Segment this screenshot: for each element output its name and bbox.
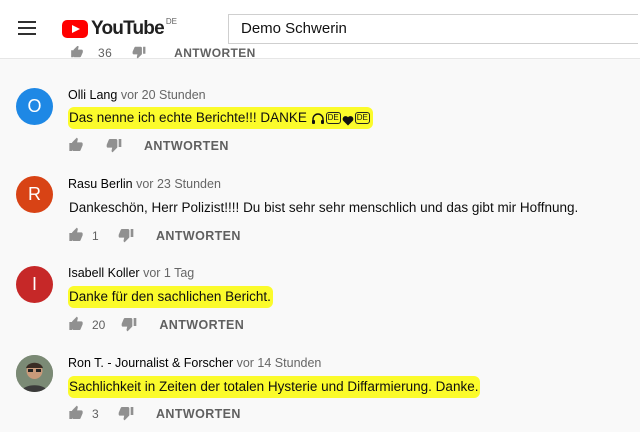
like-count: 3	[92, 407, 99, 421]
author-name[interactable]: Olli Lang	[68, 88, 117, 102]
comment-text: Sachlichkeit in Zeiten der totalen Hyste…	[68, 376, 481, 398]
author-name[interactable]: Ron T. - Journalist & Forscher	[68, 356, 233, 370]
comment-header: Olli Lang vor 20 Stunden	[68, 88, 206, 102]
avatar[interactable]: O	[16, 88, 53, 125]
comment-time[interactable]: vor 14 Stunden	[237, 356, 322, 370]
comment-header: Ron T. - Journalist & Forscher vor 14 St…	[68, 356, 321, 370]
avatar[interactable]: R	[16, 176, 53, 213]
avatar-photo	[16, 355, 53, 392]
flag-de: DE	[325, 112, 341, 125]
thumbs-up-icon[interactable]	[68, 316, 86, 334]
thumbs-up-icon[interactable]	[68, 405, 86, 423]
author-name[interactable]: Rasu Berlin	[68, 177, 133, 191]
reply-button[interactable]: ANTWORTEN	[159, 318, 244, 332]
top-bar: 36 ANTWORTEN YouTube DE Demo Schwerin	[0, 0, 640, 60]
reply-button[interactable]: ANTWORTEN	[156, 407, 241, 421]
avatar[interactable]: I	[16, 266, 53, 303]
comment-item: R Rasu Berlin vor 23 Stunden Dankeschön,…	[0, 170, 640, 258]
comment-time[interactable]: vor 20 Stunden	[121, 88, 206, 102]
comment-header: Rasu Berlin vor 23 Stunden	[68, 177, 221, 191]
reply-button[interactable]: ANTWORTEN	[144, 139, 229, 153]
comment-actions: 20 ANTWORTEN	[68, 316, 244, 334]
thumbs-up-icon[interactable]	[70, 46, 84, 60]
comment-actions: ANTWORTEN	[68, 137, 229, 155]
comment-item: Ron T. - Journalist & Forscher vor 14 St…	[0, 349, 640, 432]
comment-text: Dankeschön, Herr Polizist!!!! Du bist se…	[69, 200, 579, 215]
comment-text: Das nenne ich echte Berichte!!! DANKE DE…	[68, 107, 373, 129]
thumbs-up-icon[interactable]	[68, 227, 86, 245]
comment-text: Danke für den sachlichen Bericht.	[68, 286, 273, 308]
comment-actions: 3 ANTWORTEN	[68, 405, 241, 423]
comment-item: O Olli Lang vor 20 Stunden Das nenne ich…	[0, 80, 640, 168]
comment-header: Isabell Koller vor 1 Tag	[68, 266, 194, 280]
youtube-logo[interactable]: YouTube DE	[62, 17, 177, 41]
previous-comment-actions: 36 ANTWORTEN	[70, 46, 256, 60]
thumbs-down-icon[interactable]	[132, 46, 146, 60]
headphones-icon	[311, 112, 325, 125]
reply-button[interactable]: ANTWORTEN	[156, 229, 241, 243]
thumbs-down-icon[interactable]	[106, 137, 124, 155]
logo-text: YouTube	[91, 18, 165, 39]
comment-item: I Isabell Koller vor 1 Tag Danke für den…	[0, 259, 640, 347]
avatar[interactable]	[16, 355, 53, 392]
thumbs-up-icon[interactable]	[68, 137, 86, 155]
comment-time[interactable]: vor 1 Tag	[143, 266, 194, 280]
thumbs-down-icon[interactable]	[118, 227, 136, 245]
youtube-play-icon	[62, 20, 88, 38]
previous-like-count: 36	[98, 46, 113, 60]
comment-actions: 1 ANTWORTEN	[68, 227, 241, 245]
search-input[interactable]: Demo Schwerin	[228, 14, 638, 44]
menu-icon[interactable]	[18, 21, 36, 35]
heart-icon	[342, 113, 354, 126]
comment-text-body: Das nenne ich echte Berichte!!! DANKE	[69, 110, 311, 125]
thumbs-down-icon[interactable]	[121, 316, 139, 334]
comment-time[interactable]: vor 23 Stunden	[136, 177, 221, 191]
previous-reply-button[interactable]: ANTWORTEN	[174, 46, 256, 60]
thumbs-down-icon[interactable]	[118, 405, 136, 423]
flag-de: DE	[354, 112, 370, 125]
author-name[interactable]: Isabell Koller	[68, 266, 140, 280]
country-code: DE	[165, 17, 177, 26]
like-count: 1	[92, 229, 99, 243]
like-count: 20	[92, 318, 106, 332]
